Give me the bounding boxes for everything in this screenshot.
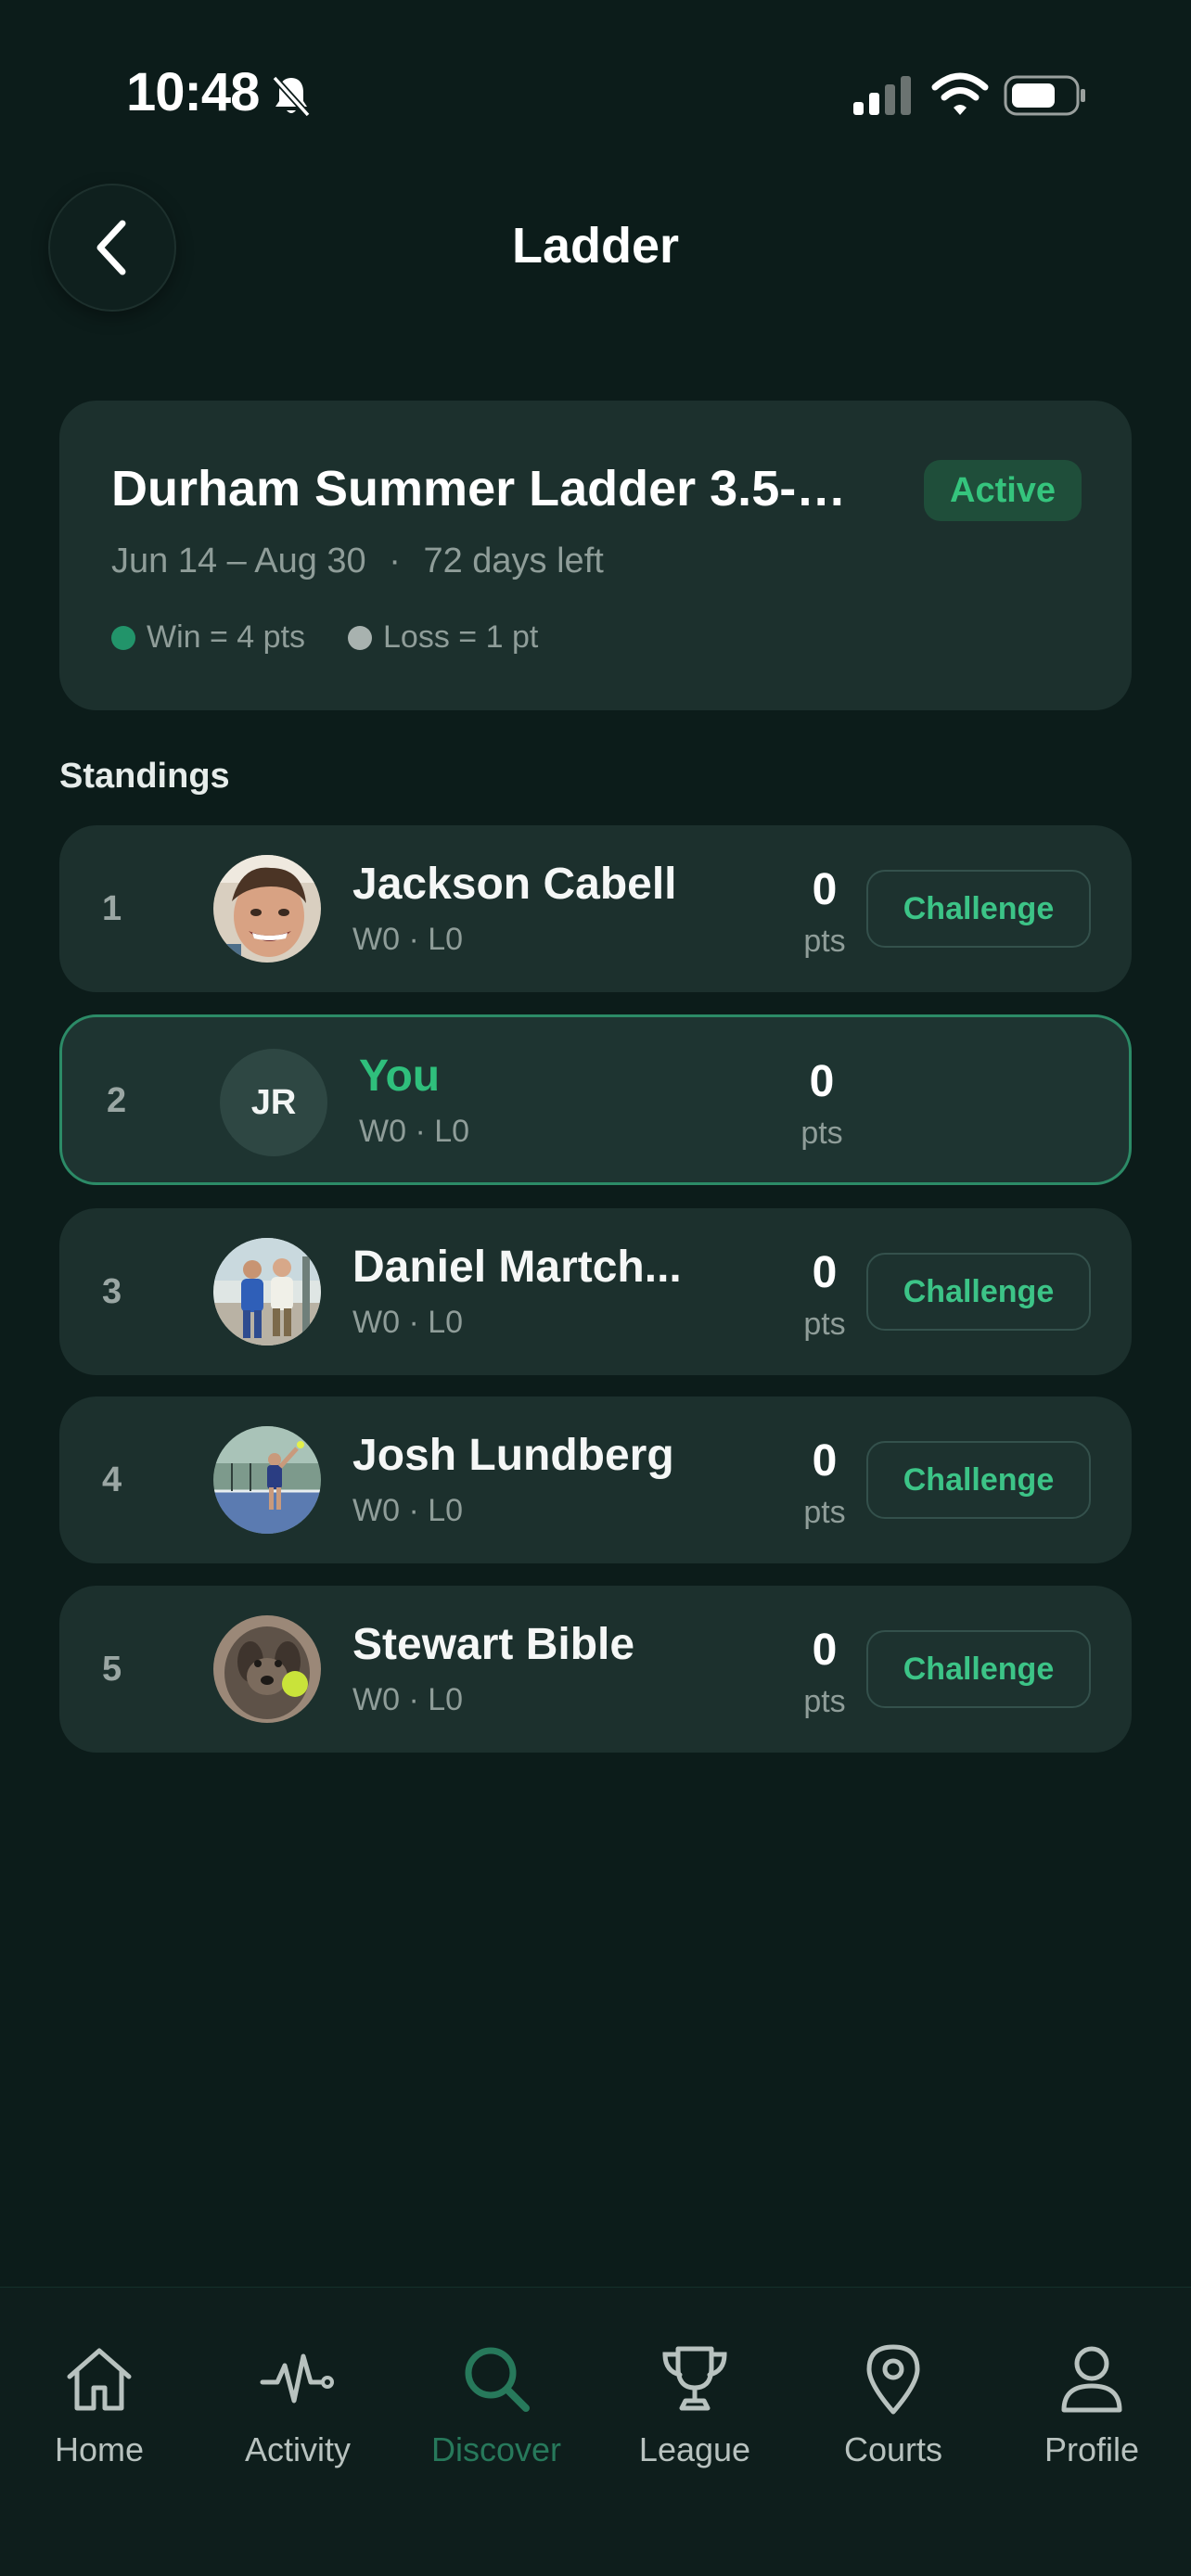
player-avatar [213, 1615, 321, 1723]
tab-discover[interactable]: Discover [397, 2340, 596, 2497]
tab-profile[interactable]: Profile [992, 2340, 1191, 2497]
home-icon [67, 2348, 132, 2411]
player-name: Josh Lundberg [352, 1431, 674, 1480]
standing-row[interactable]: 4 Josh Lundberg W0 · L0 0 pts Challenge [59, 1396, 1132, 1563]
person-icon [1061, 2346, 1122, 2413]
win-rule: Win = 4 pts [111, 619, 305, 656]
ladder-info-card: Durham Summer Ladder 3.5-… Active Jun 14… [59, 401, 1132, 710]
player-name: Daniel Martch... [352, 1243, 682, 1292]
standing-row[interactable]: 5 Stewart Bible W0 · L0 0 pts Challenge [59, 1586, 1132, 1753]
player-record: W0 · L0 [352, 922, 464, 957]
player-avatar [213, 855, 321, 963]
bell-slash-icon [272, 75, 311, 118]
date-separator: · [389, 542, 401, 580]
scoring-rules: Win = 4 pts Loss = 1 pt [111, 619, 581, 656]
wifi-icon [931, 72, 989, 115]
challenge-button[interactable]: Challenge [866, 1253, 1091, 1331]
player-record: W0 · L0 [352, 1493, 464, 1528]
date-range: Jun 14 – Aug 30 [111, 542, 366, 580]
player-record: W0 · L0 [359, 1114, 470, 1149]
tab-activity[interactable]: Activity [198, 2340, 397, 2497]
tab-label: League [638, 2430, 751, 2468]
tab-label: Home [54, 2430, 145, 2468]
trophy-icon [662, 2346, 727, 2411]
avatar-initials: JR [220, 1049, 327, 1156]
status-badge: Active [924, 460, 1082, 521]
map-pin-icon [866, 2344, 920, 2415]
player-name: Stewart Bible [352, 1620, 635, 1669]
player-record: W0 · L0 [352, 1682, 464, 1717]
rank: 1 [102, 889, 122, 928]
tab-label: Profile [1044, 2430, 1140, 2468]
points-unit: pts [800, 1116, 843, 1151]
tab-league[interactable]: League [596, 2340, 794, 2497]
player-name: You [359, 1052, 441, 1101]
rank: 4 [102, 1460, 122, 1499]
tab-home[interactable]: Home [0, 2340, 198, 2497]
days-left: 72 days left [423, 542, 604, 580]
loss-dot-icon [348, 625, 373, 650]
win-rule-label: Win = 4 pts [147, 619, 306, 655]
standings-label: Standings [59, 757, 230, 796]
player-record: W0 · L0 [352, 1305, 464, 1340]
rank: 2 [107, 1081, 127, 1120]
ladder-name: Durham Summer Ladder 3.5-… [111, 461, 847, 516]
win-dot-icon [111, 625, 135, 650]
search-icon [465, 2347, 530, 2412]
tab-label: Activity [244, 2430, 351, 2468]
challenge-button[interactable]: Challenge [866, 870, 1091, 948]
ladder-dates: Jun 14 – Aug 30 · 72 days left [111, 542, 604, 581]
standing-row[interactable]: 3 Daniel Martch... W0 · L0 0 pts Challen… [59, 1208, 1132, 1375]
ladder-screen: 10:48 Ladder Durham Summer Ladder 3.5-… … [0, 0, 1191, 2576]
cellular-signal-icon [853, 76, 911, 115]
activity-icon [260, 2353, 334, 2404]
standing-row-you: 2 JR You W0 · L0 0 pts [59, 1014, 1132, 1185]
player-avatar [213, 1426, 321, 1534]
standing-row[interactable]: 1 Jackson Cabell W0 · L0 0 pts Challenge [59, 825, 1132, 992]
tab-label: Courts [843, 2430, 943, 2468]
status-bar: 10:48 [0, 0, 1191, 185]
tab-label: Discover [430, 2430, 562, 2468]
rank: 3 [102, 1272, 122, 1311]
bottom-tab-bar: Home Activity Discover League Courts Pro… [0, 2287, 1191, 2576]
challenge-button[interactable]: Challenge [866, 1441, 1091, 1519]
points-value: 0 [809, 1057, 835, 1106]
rank: 5 [102, 1650, 122, 1689]
status-time: 10:48 [126, 62, 260, 122]
player-name: Jackson Cabell [352, 860, 677, 909]
battery-icon [1004, 75, 1085, 116]
tab-courts[interactable]: Courts [794, 2340, 992, 2497]
page-title: Ladder [511, 218, 680, 274]
challenge-button[interactable]: Challenge [866, 1630, 1091, 1708]
loss-rule: Loss = 1 pt [348, 619, 538, 656]
loss-rule-label: Loss = 1 pt [383, 619, 539, 655]
player-avatar [213, 1238, 321, 1345]
